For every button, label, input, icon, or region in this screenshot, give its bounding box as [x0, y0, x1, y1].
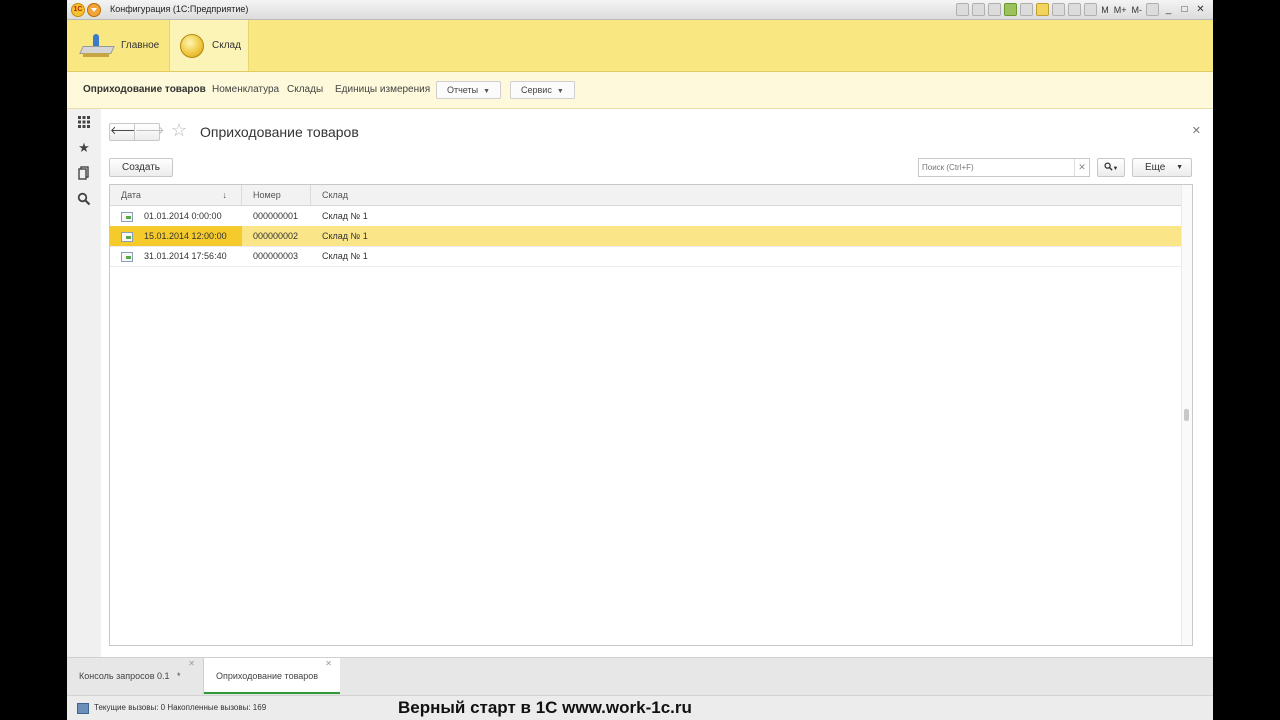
warehouse-cell: Склад № 1: [322, 211, 368, 221]
window-tab-query-console[interactable]: Консоль запросов 0.1 * ✕: [67, 658, 204, 694]
sort-desc-icon: ↓: [222, 190, 228, 200]
print-icon[interactable]: [972, 3, 986, 16]
close-tab-icon[interactable]: ✕: [188, 646, 195, 682]
back-button[interactable]: 🡐: [109, 123, 140, 141]
date-cell: 01.01.2014 0:00:00: [110, 206, 242, 226]
calculator-icon[interactable]: [1068, 3, 1082, 16]
more-label: Еще: [1145, 162, 1166, 173]
table-header: Дата ↓ Номер Склад: [110, 185, 1181, 206]
close-tab-icon[interactable]: ✕: [325, 646, 332, 682]
calendar-icon[interactable]: [1084, 3, 1098, 16]
window-title: Конфигурация (1С:Предприятие): [110, 4, 249, 14]
warehouse-cell: Склад № 1: [322, 231, 368, 241]
table-row-selected[interactable]: 15.01.2014 12:00:00 000000002 Склад № 1: [110, 226, 1181, 247]
clear-search-icon[interactable]: ✕: [1074, 159, 1089, 176]
modified-mark: *: [177, 671, 181, 681]
preview-icon[interactable]: [988, 3, 1002, 16]
minimize-button[interactable]: _: [1162, 4, 1175, 15]
reports-dropdown[interactable]: Отчеты ▼: [436, 81, 502, 99]
section-warehouse[interactable]: Склад: [169, 20, 249, 71]
window-tab-label: Оприходование товаров: [216, 671, 319, 681]
documents-table: Дата ↓ Номер Склад 01.01.2014 0:00:00 00…: [109, 184, 1193, 646]
document-icon: [121, 212, 133, 222]
history-doc-icon[interactable]: [77, 166, 91, 180]
column-header-number[interactable]: Номер: [242, 185, 311, 205]
date-cell: 15.01.2014 12:00:00: [110, 226, 242, 246]
left-toolbar: ★: [67, 109, 102, 657]
nav-goods-receipt[interactable]: Оприходование товаров: [83, 84, 206, 95]
window-tab-label: Консоль запросов 0.1: [79, 671, 170, 681]
server-calls-icon: [77, 703, 89, 714]
nav-units[interactable]: Единицы измерения: [335, 84, 430, 95]
chevron-down-icon: ▼: [1112, 166, 1119, 172]
function-panel: Оприходование товаров Номенклатура Склад…: [67, 72, 1213, 109]
section-main-label: Главное: [121, 40, 160, 51]
status-bar: Текущие вызовы: 0 Накопленные вызовы: 16…: [67, 695, 1213, 720]
document-icon: [121, 232, 133, 242]
date-text: 15.01.2014 12:00:00: [144, 231, 227, 241]
add-to-favorites-icon[interactable]: ☆: [171, 120, 187, 141]
vertical-scrollbar[interactable]: [1181, 185, 1192, 645]
nav-warehouses[interactable]: Склады: [287, 84, 323, 95]
page-title: Оприходование товаров: [200, 124, 359, 140]
history-icon[interactable]: [1020, 3, 1034, 16]
close-icon[interactable]: ✕: [1192, 124, 1201, 137]
more-button[interactable]: Еще ▼: [1132, 158, 1192, 177]
favorites-icon[interactable]: [1004, 3, 1018, 16]
forward-button[interactable]: 🡒: [134, 123, 165, 141]
create-button[interactable]: Создать: [109, 158, 173, 177]
section-main[interactable]: Главное: [77, 20, 167, 71]
date-text: 01.01.2014 0:00:00: [144, 211, 222, 221]
column-date-label: Дата: [121, 190, 141, 200]
nav-nomenclature[interactable]: Номенклатура: [212, 84, 279, 95]
coin-icon: [180, 33, 204, 58]
server-calls-counter: Текущие вызовы: 0 Накопленные вызовы: 16…: [94, 703, 267, 712]
window-tab-goods-receipt[interactable]: Оприходование товаров ✕: [204, 658, 340, 694]
document-icon: [121, 252, 133, 262]
search-input[interactable]: [919, 159, 1075, 176]
service-dropdown[interactable]: Сервис ▼: [510, 81, 575, 99]
star-icon[interactable]: [1036, 3, 1050, 16]
1c-logo-icon: 1С: [71, 3, 85, 17]
number-cell: 000000001: [253, 211, 299, 221]
section-warehouse-label: Склад: [212, 40, 241, 51]
form-area: 🡐 🡒 ☆ Оприходование товаров ✕ Создать ✕ …: [101, 109, 1213, 657]
memory-sub-button[interactable]: M-: [1131, 5, 1144, 15]
video-watermark: Верный старт в 1С www.work-1c.ru: [398, 698, 692, 717]
desk-lamp-icon: [79, 32, 115, 60]
app-window: 1С Конфигурация (1С:Предприятие) M M+ M-…: [67, 0, 1213, 720]
open-windows-bar: Консоль запросов 0.1 * ✕ Оприходование т…: [67, 657, 1213, 696]
title-bar: 1С Конфигурация (1С:Предприятие) M M+ M-…: [67, 0, 1213, 20]
info-icon[interactable]: [1146, 3, 1159, 16]
close-button[interactable]: ✕: [1194, 4, 1207, 15]
apps-grid-icon[interactable]: [77, 115, 91, 129]
chevron-down-icon: ▼: [483, 88, 491, 95]
chevron-down-icon: ▼: [556, 88, 564, 95]
memory-button[interactable]: M: [1100, 5, 1110, 15]
search-box: ✕: [918, 158, 1090, 177]
copy-icon[interactable]: [1052, 3, 1066, 16]
maximize-button[interactable]: □: [1178, 4, 1191, 15]
chevron-down-icon: ▼: [1176, 164, 1183, 171]
table-row[interactable]: 01.01.2014 0:00:00 000000001 Склад № 1: [110, 206, 1181, 227]
service-label: Сервис: [521, 85, 552, 95]
favorites-star-icon[interactable]: ★: [77, 141, 91, 155]
date-cell: 31.01.2014 17:56:40: [110, 246, 242, 266]
date-text: 31.01.2014 17:56:40: [144, 251, 227, 261]
table-row[interactable]: 31.01.2014 17:56:40 000000003 Склад № 1: [110, 246, 1181, 267]
number-cell: 000000002: [253, 231, 299, 241]
search-options-button[interactable]: ▼: [1097, 158, 1125, 177]
reports-label: Отчеты: [447, 85, 479, 95]
main-menu-button[interactable]: [87, 3, 101, 17]
number-cell: 000000003: [253, 251, 299, 261]
sections-panel: Главное Склад: [67, 20, 1213, 72]
memory-add-button[interactable]: M+: [1113, 5, 1128, 15]
column-header-warehouse[interactable]: Склад: [311, 185, 1181, 205]
save-icon[interactable]: [956, 3, 970, 16]
title-toolbar: M M+ M- _ □ ✕: [956, 2, 1207, 17]
warehouse-cell: Склад № 1: [322, 251, 368, 261]
column-header-date[interactable]: Дата ↓: [110, 185, 242, 205]
search-icon[interactable]: [77, 192, 91, 206]
scrollbar-thumb[interactable]: [1184, 409, 1189, 421]
